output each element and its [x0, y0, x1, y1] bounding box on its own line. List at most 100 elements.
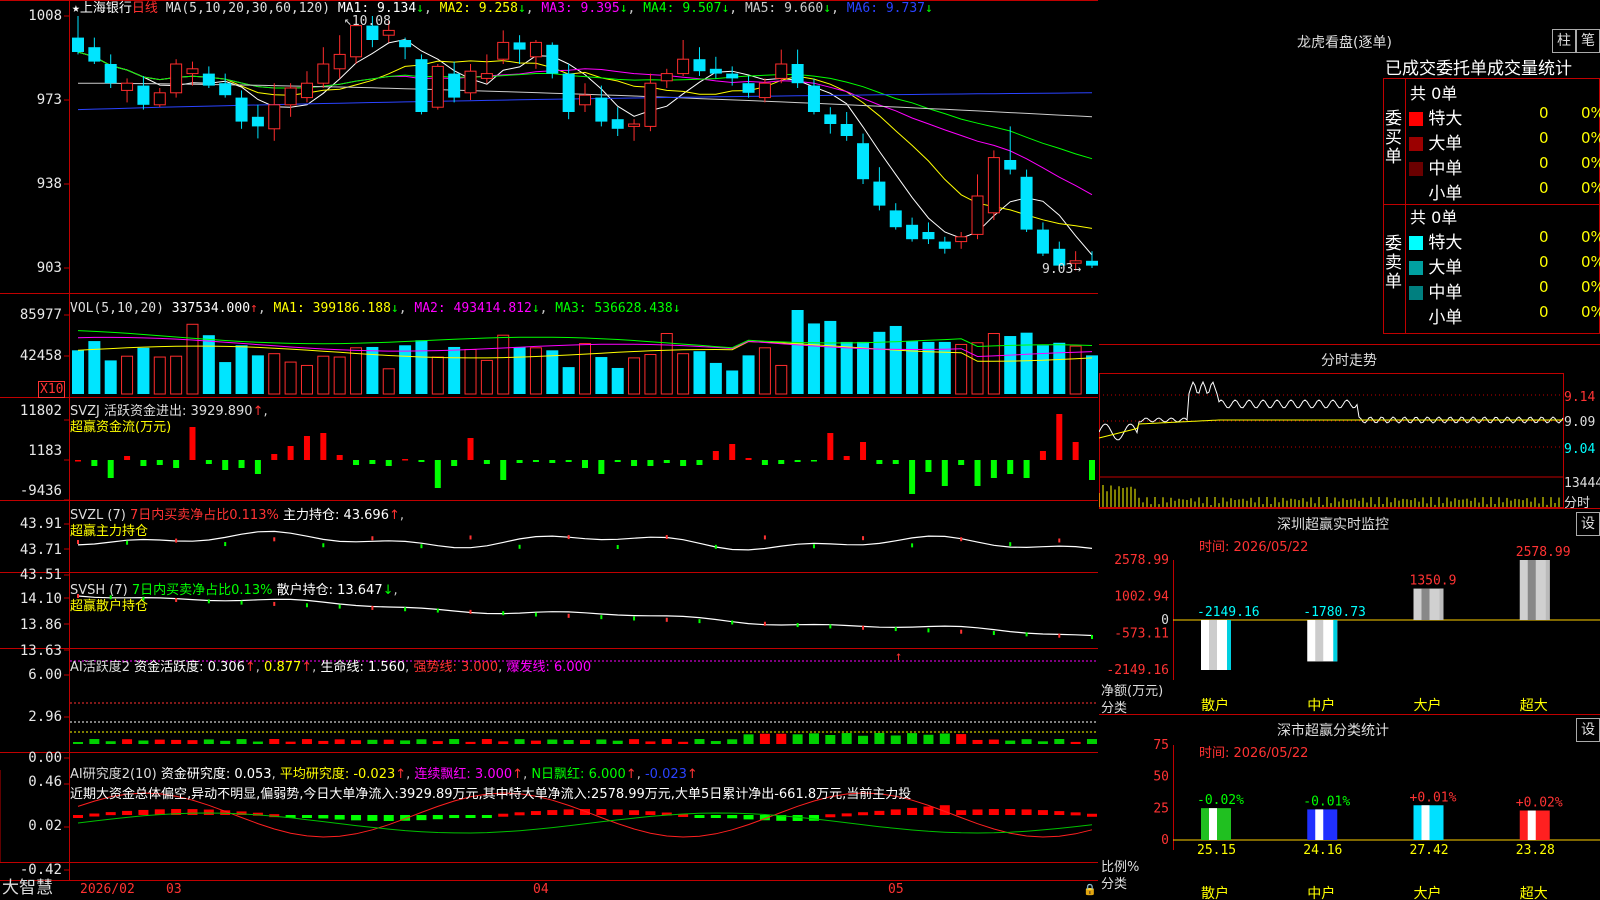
fund-flow-bar: [483, 460, 490, 464]
research-bar: [530, 811, 541, 815]
activity-bar: [1021, 739, 1032, 744]
fenshi-price-line: [1099, 380, 1564, 441]
bar-highlight: [1527, 560, 1536, 620]
row-percent: 0%: [1581, 278, 1600, 296]
candle-body: [235, 97, 248, 122]
research-bar: [727, 815, 738, 819]
sz-settings-button[interactable]: 设: [1576, 512, 1600, 536]
vol-ytick: 42458: [19, 348, 62, 364]
retail-holding-tick: [338, 604, 341, 609]
fund-flow-bar: [500, 460, 507, 480]
retail-holding-tick: [862, 625, 865, 630]
research-bar: [988, 809, 999, 815]
research-bar: [416, 815, 427, 821]
research-bar: [432, 815, 443, 820]
volume-bar: [251, 355, 264, 394]
row-percent: 0%: [1581, 179, 1600, 197]
activity-bar: [269, 739, 280, 744]
chart-area[interactable]: ↑ ★上海银行日线 MA(5,10,20,30,60,120) MA1: 9.1…: [0, 0, 1098, 900]
research-bar: [694, 815, 705, 818]
svsh-header: SVSH (7) 7日内买卖净占比0.13% 散户持仓: 13.647↓,: [70, 583, 398, 598]
activity-bar: [220, 740, 231, 744]
favorite-star-icon[interactable]: ★: [72, 1, 80, 16]
research-bar: [105, 812, 116, 816]
candle-body: [546, 44, 559, 74]
retail-holding-tick: [829, 624, 832, 629]
vol-unit[interactable]: X10: [38, 381, 66, 398]
activity-bar: [432, 741, 443, 744]
volume-bar: [546, 350, 559, 394]
x-axis-label: 05: [888, 882, 904, 897]
row-count: 0: [1539, 179, 1549, 197]
research-bar: [449, 815, 460, 819]
bar-bottom-value: 25.15: [1197, 843, 1236, 858]
legend-swatch: [1409, 311, 1423, 325]
activity-bar: [645, 741, 656, 744]
legend-swatch: [1409, 286, 1423, 300]
retail-holding-tick: [469, 609, 472, 614]
lock-icon[interactable]: 🔒: [1083, 882, 1097, 898]
chart-canvas[interactable]: ↑: [0, 0, 1098, 900]
bar-edge: [1333, 620, 1338, 662]
candle-body: [497, 41, 510, 60]
research-bar: [563, 809, 574, 815]
ma-params: MA(5,10,20,30,60,120): [165, 1, 331, 16]
retail-holding-tick: [371, 605, 374, 610]
tick-mode-button[interactable]: 笔: [1576, 29, 1600, 53]
row-count: 0: [1539, 303, 1549, 321]
candle-body: [104, 64, 117, 84]
activity-bar: [678, 741, 689, 744]
fund-flow-bar: [107, 460, 114, 478]
period-label[interactable]: 日线: [132, 1, 158, 16]
ma3-value: MA3: 9.395: [541, 1, 620, 16]
szfl-date: 时间: 2026/05/22: [1199, 746, 1309, 761]
volume-bar: [399, 345, 412, 394]
volume-bar: [382, 368, 395, 395]
buy-row-特大: 特大 0 0%: [1409, 104, 1600, 129]
row-percent: 0%: [1581, 228, 1600, 246]
activity-bar: [710, 741, 721, 744]
candle-body: [611, 119, 624, 129]
row-label: 大单: [1423, 258, 1463, 278]
buy-row-大单: 大单 0 0%: [1409, 129, 1600, 154]
row-label: 小单: [1423, 308, 1463, 328]
candle-body: [219, 83, 232, 96]
candle-body: [186, 68, 199, 75]
activity-bar: [367, 739, 378, 744]
category-label: 散户: [1201, 697, 1229, 714]
x-axis-label: 03: [166, 882, 182, 897]
candle-body: [529, 41, 542, 58]
volume-bar: [595, 357, 608, 394]
research-bar: [710, 815, 721, 818]
szfl-settings-button[interactable]: 设: [1576, 718, 1600, 742]
activity-bar: [1087, 739, 1097, 744]
candle-body: [1020, 176, 1033, 230]
volume-bar: [840, 341, 853, 394]
brand-logo[interactable]: 大智慧: [2, 880, 53, 897]
fund-flow-bar: [205, 460, 212, 464]
candle-body: [840, 124, 853, 136]
buy-side-label: 委买单: [1385, 109, 1402, 167]
research-bar: [956, 810, 967, 815]
row-count: 0: [1539, 104, 1549, 122]
volume-bar: [579, 343, 591, 395]
activity-bar: [956, 734, 967, 744]
legend-swatch: [1409, 261, 1423, 275]
volume-bar: [186, 323, 199, 395]
main-holding-tick: [763, 535, 766, 540]
activity-bar: [1070, 741, 1081, 744]
bar-value-label: -0.01%: [1303, 794, 1350, 809]
stock-name[interactable]: 上海银行: [80, 1, 132, 16]
fund-flow-bar: [271, 454, 278, 460]
candle-body: [153, 92, 166, 106]
volume-bar: [480, 359, 493, 395]
bar-mode-button[interactable]: 柱: [1552, 29, 1576, 53]
candle-body: [628, 123, 641, 127]
lhb-tab[interactable]: 已成交委托单成交量统计: [1385, 54, 1572, 79]
main-holding-tick: [567, 535, 570, 540]
volume-bar: [562, 367, 575, 394]
main-holding-tick: [714, 544, 717, 549]
activity-bar: [612, 740, 623, 744]
fund-flow-bar: [434, 460, 441, 488]
retail-holding-tick: [1025, 632, 1028, 637]
